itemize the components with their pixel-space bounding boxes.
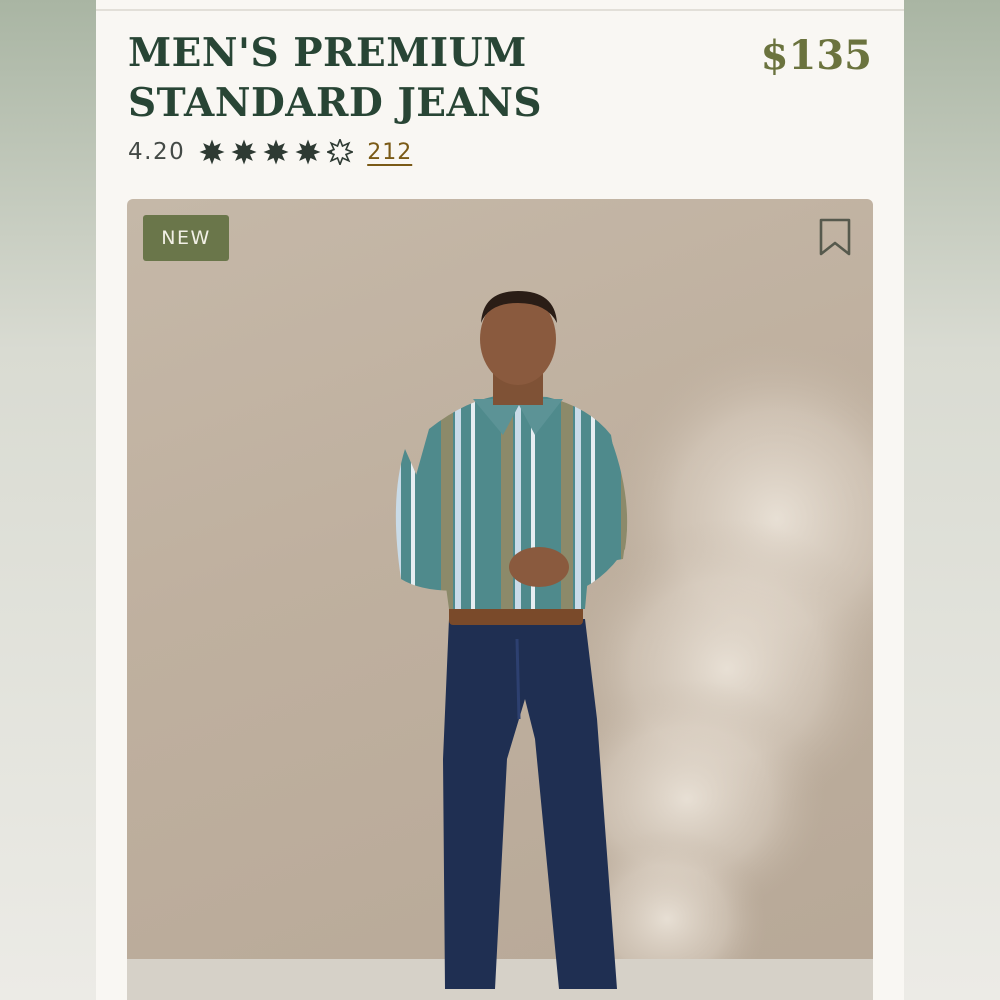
left-background [0, 0, 96, 1000]
product-title: MEN'S PREMIUM STANDARD JEANS [128, 30, 543, 126]
rating-value: 4.20 [128, 139, 186, 165]
star-icon [263, 139, 289, 165]
star-icon [295, 139, 321, 165]
review-count-link[interactable]: 212 [367, 140, 412, 165]
star-icon [327, 139, 354, 165]
model-photo [127, 291, 873, 1000]
rating-stars [199, 139, 354, 165]
bookmark-icon[interactable] [817, 217, 853, 257]
divider [96, 9, 904, 11]
new-badge: NEW [143, 215, 229, 261]
star-icon [199, 139, 225, 165]
product-price: $135 [760, 32, 872, 79]
product-image[interactable]: NEW [127, 199, 873, 1000]
right-background [904, 0, 1000, 1000]
product-page: MEN'S PREMIUM STANDARD JEANS $135 4.20 2… [96, 0, 904, 1000]
star-icon [231, 139, 257, 165]
rating-row: 4.20 212 [128, 136, 412, 168]
